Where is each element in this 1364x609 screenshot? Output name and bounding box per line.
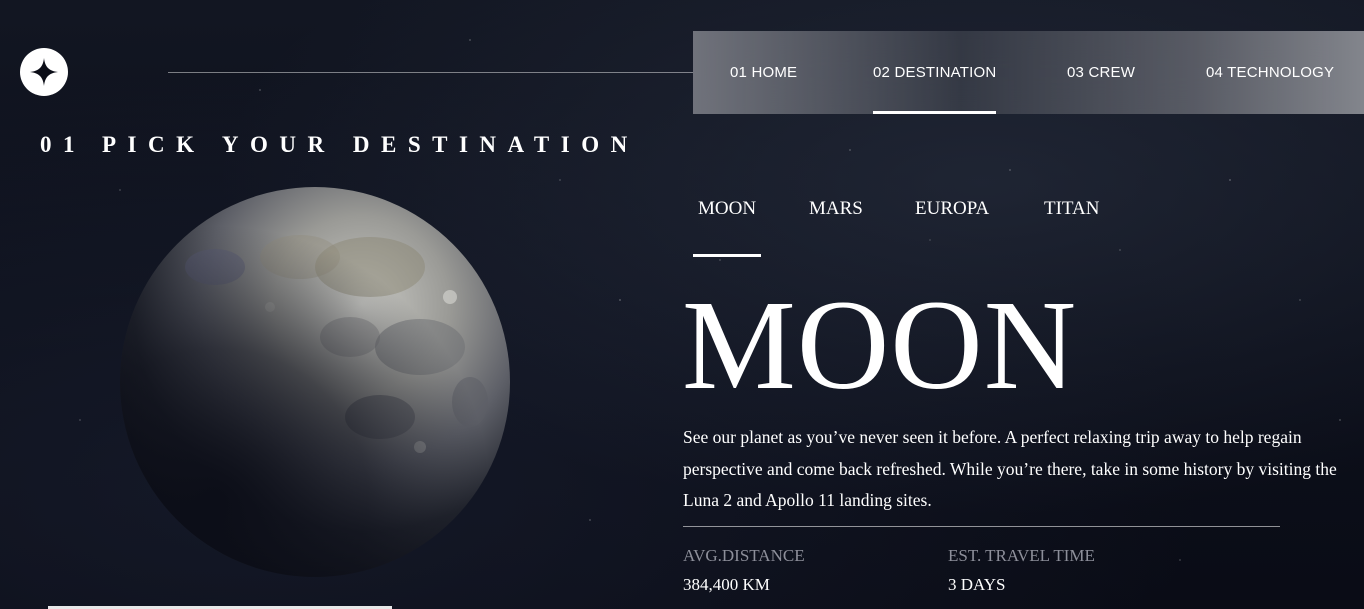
nav-item-destination[interactable]: 02 DESTINATION [873, 31, 997, 114]
tab-moon[interactable]: MOON [693, 194, 762, 257]
tab-titan[interactable]: TITAN [1044, 194, 1099, 257]
page-title-number: 01 [40, 132, 86, 157]
moon-image [120, 187, 510, 577]
main-nav: 01 HOME 02 DESTINATION 03 CREW 04 TECHNO… [693, 31, 1364, 114]
destination-description: See our planet as you’ve never seen it b… [683, 427, 1337, 510]
four-point-star-icon [30, 58, 58, 86]
distance-label: AVG.DISTANCE [683, 546, 805, 565]
logo-icon[interactable] [20, 48, 68, 96]
nav-item-home[interactable]: 01 HOME [730, 31, 797, 114]
page-title: 01 PICK YOUR DESTINATION [40, 132, 639, 158]
destination-name: MOON [682, 274, 1078, 416]
tab-moon-label: MOON [698, 198, 757, 219]
distance-value: 384,400 KM [683, 575, 770, 594]
header-divider-line [168, 72, 693, 73]
travel-time-label: EST. TRAVEL TIME [948, 546, 1095, 565]
travel-time-value: 3 DAYS [948, 575, 1006, 594]
page-title-text: PICK YOUR DESTINATION [102, 132, 639, 157]
tab-europa-label: EUROPA [915, 198, 990, 219]
tab-europa[interactable]: EUROPA [915, 194, 989, 257]
stats-divider [683, 526, 1280, 527]
nav-item-technology-label: 04 TECHNOLOGY [1206, 64, 1335, 81]
tab-mars-label: MARS [809, 198, 863, 219]
destination-page: 01 HOME 02 DESTINATION 03 CREW 04 TECHNO… [0, 0, 1364, 609]
moon-illustration [120, 187, 510, 577]
destination-tabs: MOON MARS EUROPA TITAN [693, 194, 1153, 257]
tab-titan-label: TITAN [1044, 198, 1100, 219]
tab-mars[interactable]: MARS [809, 194, 863, 257]
nav-item-home-label: 01 HOME [730, 64, 798, 81]
nav-item-technology[interactable]: 04 TECHNOLOGY [1206, 31, 1334, 114]
nav-item-crew-label: 03 CREW [1067, 64, 1136, 81]
nav-item-crew[interactable]: 03 CREW [1067, 31, 1135, 114]
nav-item-destination-label: 02 DESTINATION [873, 64, 997, 81]
